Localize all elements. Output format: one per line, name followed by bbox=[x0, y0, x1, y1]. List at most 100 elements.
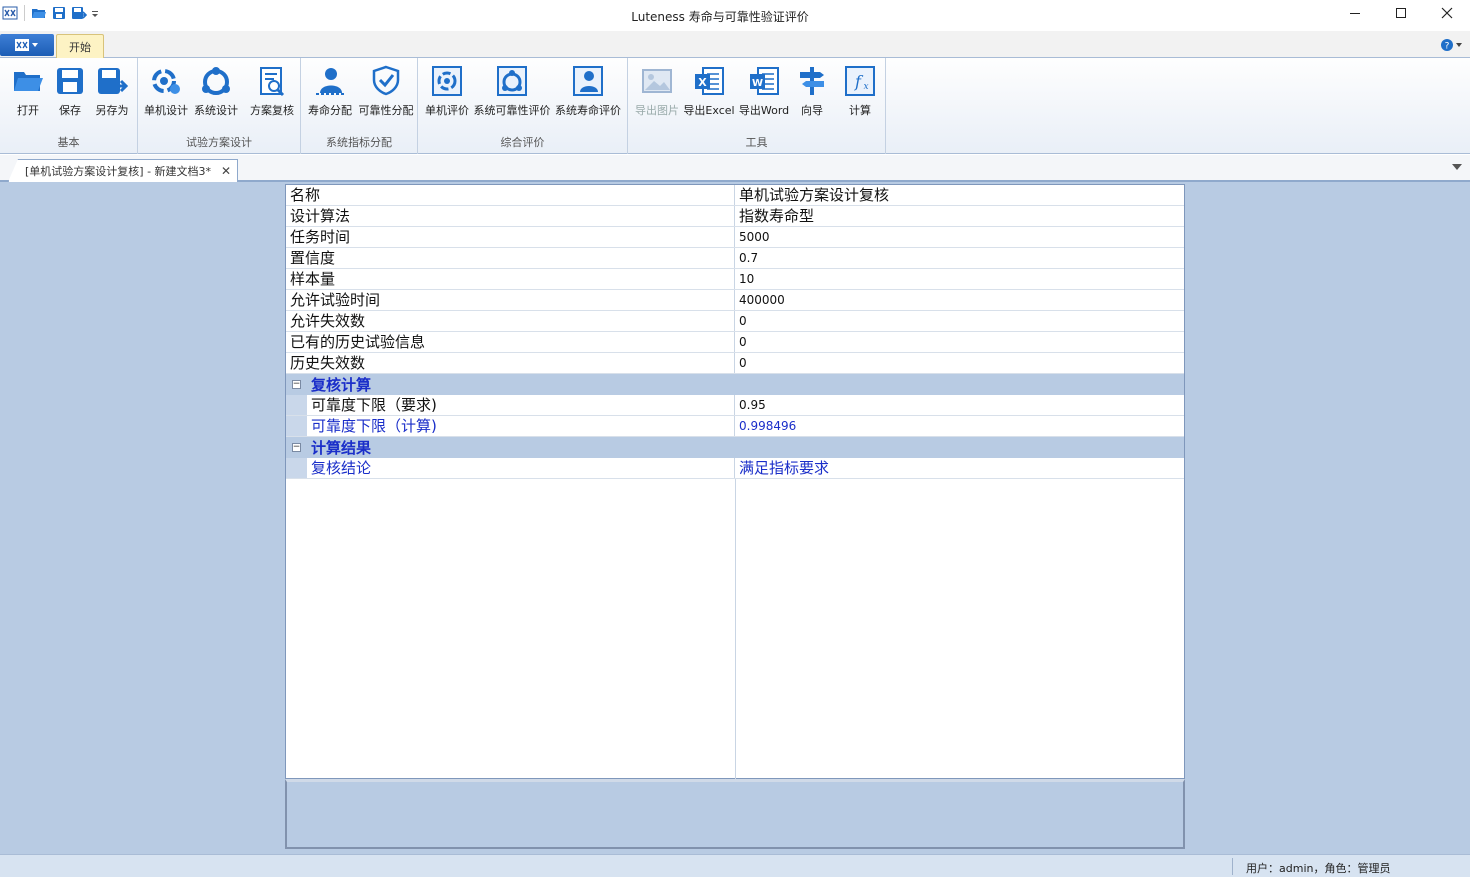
group-label-evaluation: 综合评价 bbox=[500, 136, 545, 149]
property-value[interactable]: 5000 bbox=[735, 227, 1184, 247]
close-button[interactable] bbox=[1424, 0, 1470, 26]
system-reliability-evaluation-icon bbox=[495, 64, 529, 98]
property-value[interactable]: 0 bbox=[735, 332, 1184, 352]
collapse-toggle-icon[interactable]: − bbox=[292, 380, 301, 389]
group-label-allocation: 系统指标分配 bbox=[326, 136, 392, 149]
row-indent bbox=[286, 395, 307, 415]
svg-text:W: W bbox=[752, 78, 763, 89]
life-allocation-button[interactable]: 寿命分配 bbox=[305, 64, 355, 118]
table-row[interactable]: 置信度 0.7 bbox=[286, 248, 1184, 269]
function-icon: fx bbox=[843, 64, 877, 98]
table-row[interactable]: 设计算法 指数寿命型 bbox=[286, 206, 1184, 227]
calculate-button[interactable]: fx 计算 bbox=[840, 64, 880, 118]
save-label: 保存 bbox=[59, 104, 81, 117]
category-calculation-result[interactable]: − 计算结果 bbox=[286, 437, 1184, 458]
unit-evaluation-icon bbox=[430, 64, 464, 98]
reliability-allocation-button[interactable]: 可靠性分配 bbox=[357, 64, 415, 118]
table-row[interactable]: 允许失效数 0 bbox=[286, 311, 1184, 332]
property-value[interactable]: 指数寿命型 bbox=[735, 206, 1184, 226]
close-icon[interactable]: ✕ bbox=[221, 164, 231, 178]
export-word-button[interactable]: W 导出Word bbox=[736, 64, 792, 118]
calculate-label: 计算 bbox=[849, 104, 871, 117]
ribbon: 打开 保存 另存为 基本 单机设计 系统设计 方案复核 试验方案设计 寿命分配 … bbox=[0, 58, 1470, 154]
save-icon bbox=[53, 64, 87, 98]
property-value[interactable]: 0 bbox=[735, 311, 1184, 331]
table-row[interactable]: 复核结论 满足指标要求 bbox=[286, 458, 1184, 479]
row-indent bbox=[286, 458, 307, 478]
property-value[interactable]: 10 bbox=[735, 269, 1184, 289]
ribbon-group-evaluation: 单机评价 系统可靠性评价 系统寿命评价 综合评价 bbox=[418, 58, 628, 154]
maximize-icon bbox=[1396, 8, 1406, 18]
application-menu-button[interactable] bbox=[0, 34, 54, 56]
tab-list-dropdown-icon[interactable] bbox=[1452, 164, 1462, 170]
property-grid[interactable]: 名称 单机试验方案设计复核 设计算法 指数寿命型 任务时间 5000 置信度 0… bbox=[285, 184, 1185, 779]
svg-text:?: ? bbox=[1445, 42, 1450, 52]
wizard-button[interactable]: 向导 bbox=[792, 64, 832, 118]
system-design-button[interactable]: 系统设计 bbox=[192, 64, 240, 118]
ribbon-group-test-design: 单机设计 系统设计 方案复核 试验方案设计 bbox=[138, 58, 301, 154]
reliability-allocation-label: 可靠性分配 bbox=[358, 104, 414, 117]
property-name: 已有的历史试验信息 bbox=[286, 332, 735, 352]
unit-evaluation-label: 单机评价 bbox=[425, 104, 469, 117]
property-value[interactable]: 满足指标要求 bbox=[735, 458, 1184, 478]
system-life-evaluation-button[interactable]: 系统寿命评价 bbox=[552, 64, 624, 118]
export-image-button[interactable]: 导出图片 bbox=[632, 64, 682, 118]
system-design-label: 系统设计 bbox=[194, 104, 238, 117]
minimize-button[interactable] bbox=[1332, 0, 1378, 26]
status-bar: 用户：admin，角色：管理员 bbox=[0, 854, 1470, 877]
life-allocation-label: 寿命分配 bbox=[308, 104, 352, 117]
unit-design-button[interactable]: 单机设计 bbox=[142, 64, 190, 118]
property-name: 设计算法 bbox=[286, 206, 735, 226]
property-value[interactable]: 单机试验方案设计复核 bbox=[735, 185, 1184, 205]
close-icon bbox=[1441, 7, 1453, 19]
property-value[interactable]: 400000 bbox=[735, 290, 1184, 310]
table-row[interactable]: 历史失效数 0 bbox=[286, 353, 1184, 374]
excel-icon: X bbox=[692, 64, 726, 98]
category-review-calculation[interactable]: − 复核计算 bbox=[286, 374, 1184, 395]
system-reliability-evaluation-button[interactable]: 系统可靠性评价 bbox=[472, 64, 552, 118]
maximize-button[interactable] bbox=[1378, 0, 1424, 26]
help-button[interactable]: ? bbox=[1440, 37, 1462, 53]
system-design-icon bbox=[199, 64, 233, 98]
table-row[interactable]: 样本量 10 bbox=[286, 269, 1184, 290]
plan-review-button[interactable]: 方案复核 bbox=[246, 64, 298, 118]
unit-design-label: 单机设计 bbox=[144, 104, 188, 117]
system-reliability-evaluation-label: 系统可靠性评价 bbox=[473, 104, 551, 117]
save-button[interactable]: 保存 bbox=[50, 64, 90, 118]
property-value[interactable]: 0.7 bbox=[735, 248, 1184, 268]
export-excel-label: 导出Excel bbox=[683, 104, 735, 117]
window-title: Luteness 寿命与可靠性验证评价 bbox=[631, 10, 809, 24]
property-name: 复核结论 bbox=[286, 458, 735, 478]
property-value[interactable]: 0.95 bbox=[735, 395, 1184, 415]
image-icon bbox=[640, 64, 674, 98]
description-panel bbox=[285, 779, 1185, 849]
property-name: 允许试验时间 bbox=[286, 290, 735, 310]
property-value[interactable]: 0 bbox=[735, 353, 1184, 373]
group-label-basic: 基本 bbox=[57, 136, 80, 149]
export-excel-button[interactable]: X 导出Excel bbox=[682, 64, 736, 118]
plan-review-icon bbox=[255, 64, 289, 98]
chevron-down-icon bbox=[32, 43, 38, 47]
open-button[interactable]: 打开 bbox=[8, 64, 48, 118]
table-row[interactable]: 已有的历史试验信息 0 bbox=[286, 332, 1184, 353]
unit-evaluation-button[interactable]: 单机评价 bbox=[422, 64, 472, 118]
export-word-label: 导出Word bbox=[738, 104, 790, 117]
table-row[interactable]: 允许试验时间 400000 bbox=[286, 290, 1184, 311]
property-value[interactable]: 0.998496 bbox=[735, 416, 1184, 436]
column-divider[interactable] bbox=[735, 479, 736, 779]
table-row[interactable]: 名称 单机试验方案设计复核 bbox=[286, 185, 1184, 206]
category-title: 复核计算 bbox=[311, 376, 372, 394]
category-title: 计算结果 bbox=[311, 439, 372, 457]
table-row[interactable]: 可靠度下限（计算) 0.998496 bbox=[286, 416, 1184, 437]
ribbon-group-basic: 打开 保存 另存为 基本 bbox=[0, 58, 138, 154]
document-tab[interactable]: [单机试验方案设计复核] - 新建文档3* ✕ bbox=[8, 159, 239, 182]
tab-start[interactable]: 开始 bbox=[56, 34, 104, 59]
table-row[interactable]: 任务时间 5000 bbox=[286, 227, 1184, 248]
help-icon: ? bbox=[1441, 39, 1453, 52]
save-as-button[interactable]: 另存为 bbox=[90, 64, 134, 118]
table-row[interactable]: 可靠度下限（要求) 0.95 bbox=[286, 395, 1184, 416]
collapse-toggle-icon[interactable]: − bbox=[292, 443, 301, 452]
window-controls bbox=[1332, 0, 1470, 26]
person-icon bbox=[313, 64, 347, 98]
status-separator bbox=[1232, 858, 1233, 875]
